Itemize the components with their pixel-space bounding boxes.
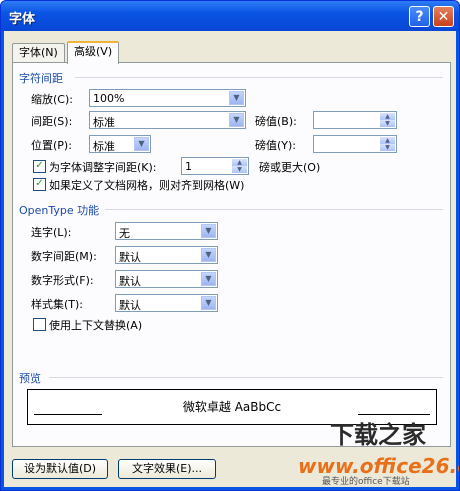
kerning-value: 1 [185,160,192,173]
scale-label: 缩放(C): [31,93,73,106]
number-forms-value: 默认 [119,275,141,288]
tab-advanced[interactable]: 高级(V) [67,41,120,64]
stylistic-sets-value: 默认 [119,299,141,312]
snap-grid-label: 如果定义了文档网格，则对齐到网格(W) [49,179,245,192]
chevron-down-icon[interactable]: ▼ [229,113,244,127]
watermark-brand: 下载之家 [330,421,426,449]
spacing-label: 间距(S): [31,115,73,128]
help-button[interactable]: ? [409,6,430,27]
position-pt-label: 磅值(Y): [255,139,297,152]
dialog-client: 字体(N) 高级(V) 字符间距 缩放(C): 100% ▼ 间距(S): 标准… [4,31,459,487]
preview-section-title: 预览 [19,372,41,385]
set-default-button[interactable]: 设为默认值(D) [12,459,108,479]
chevron-down-icon[interactable]: ▼ [201,248,216,262]
ligatures-label: 连字(L): [31,226,72,239]
spinner-arrows[interactable]: ▲ ▼ [380,137,395,151]
kerning-spinner[interactable]: 1 ▲ ▼ [181,157,249,175]
divider [49,377,443,378]
title-bar: 字体 ? ✕ [1,1,459,31]
number-spacing-value: 默认 [119,251,141,264]
spin-up-icon[interactable]: ▲ [232,159,247,166]
spacing-value: 标准 [93,116,115,129]
spin-down-icon[interactable]: ▼ [232,166,247,173]
chevron-down-icon[interactable]: ▼ [201,272,216,286]
spacing-section-title: 字符间距 [19,72,63,85]
divider [75,77,443,78]
kerning-suffix: 磅或更大(O) [259,161,321,174]
chevron-down-icon[interactable]: ▼ [229,91,244,105]
watermark-tagline: 最专业的office下载站 [322,477,410,487]
ligatures-value: 无 [119,227,130,240]
opentype-section-title: OpenType 功能 [19,204,100,217]
kerning-label: 为字体调整字间距(K): [49,161,157,174]
number-spacing-label: 数字间距(M): [31,250,97,263]
snap-grid-checkbox[interactable]: ✓ [33,178,46,191]
spinner-arrows[interactable]: ▲ ▼ [232,159,247,173]
chevron-down-icon[interactable]: ▼ [201,224,216,238]
stylistic-sets-combo[interactable]: 默认 ▼ [115,294,218,312]
spin-up-icon[interactable]: ▲ [380,137,395,144]
spacing-pt-spinner[interactable]: ▲ ▼ [313,111,397,129]
number-forms-combo[interactable]: 默认 ▼ [115,270,218,288]
preview-sample-text: 微软卓越 AaBbCc [182,400,282,414]
number-forms-label: 数字形式(F): [31,274,94,287]
ligatures-combo[interactable]: 无 ▼ [115,222,218,240]
divider [105,209,443,210]
window-title: 字体 [9,12,36,27]
chevron-down-icon[interactable]: ▼ [134,137,149,151]
position-label: 位置(P): [31,139,72,152]
spacing-combo[interactable]: 标准 ▼ [89,111,246,129]
tab-font[interactable]: 字体(N) [12,43,65,62]
font-dialog: 字体 ? ✕ 字体(N) 高级(V) 字符间距 缩放(C): 100% ▼ 间距… [0,0,460,491]
number-spacing-combo[interactable]: 默认 ▼ [115,246,218,264]
close-button[interactable]: ✕ [433,6,454,27]
contextual-alternates-checkbox[interactable] [33,318,46,331]
position-combo[interactable]: 标准 ▼ [89,135,151,153]
advanced-panel: 字符间距 缩放(C): 100% ▼ 间距(S): 标准 ▼ 磅值(B): ▲ ▼… [12,62,451,447]
position-value: 标准 [93,140,115,153]
text-effects-button[interactable]: 文字效果(E)... [118,459,216,479]
contextual-alternates-label: 使用上下文替换(A) [49,319,143,332]
kerning-checkbox[interactable]: ✓ [33,160,46,173]
scale-value: 100% [93,92,125,105]
scale-combo[interactable]: 100% ▼ [89,89,246,107]
spin-down-icon[interactable]: ▼ [380,144,395,151]
spacing-pt-label: 磅值(B): [255,115,297,128]
chevron-down-icon[interactable]: ▼ [201,296,216,310]
spinner-arrows[interactable]: ▲ ▼ [380,113,395,127]
spin-up-icon[interactable]: ▲ [380,113,395,120]
stylistic-sets-label: 样式集(T): [31,298,84,311]
position-pt-spinner[interactable]: ▲ ▼ [313,135,397,153]
spin-down-icon[interactable]: ▼ [380,120,395,127]
